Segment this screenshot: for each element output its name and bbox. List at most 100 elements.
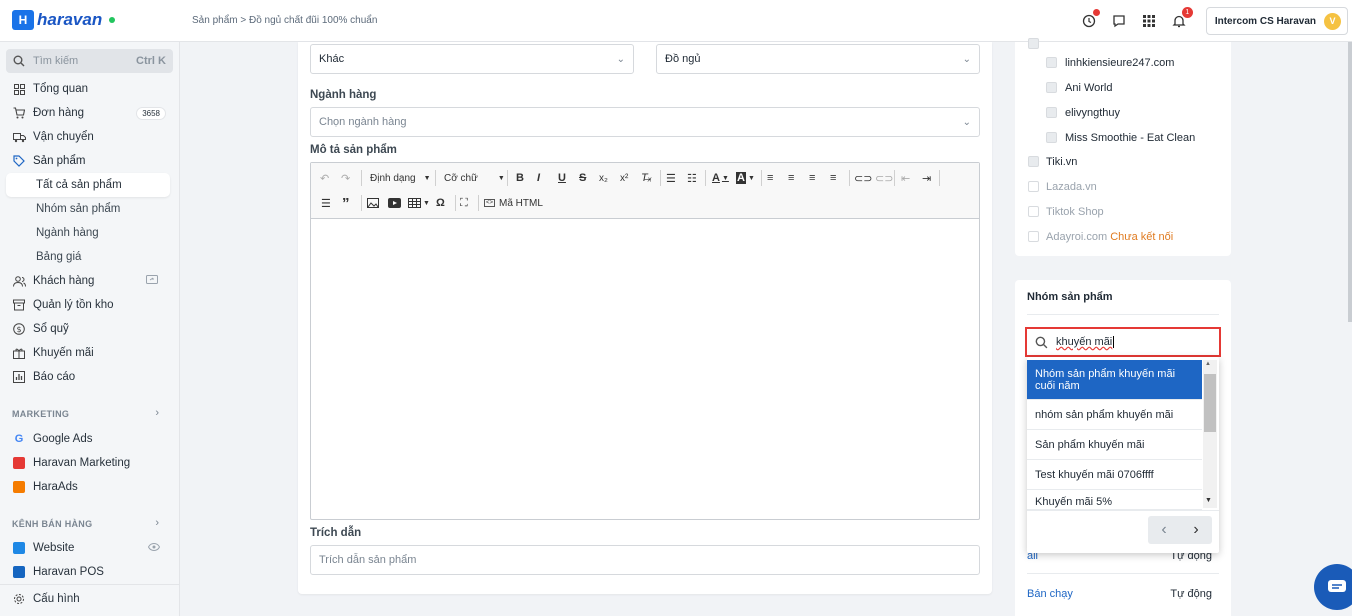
superscript-icon[interactable]: x² [620, 169, 628, 187]
italic-icon[interactable]: I [537, 169, 540, 187]
sidebar-item-inventory[interactable]: Quản lý tồn kho [0, 293, 180, 317]
sidebar-item-haraads[interactable]: HaraAds [0, 475, 180, 499]
sidebar-item-products[interactable]: Sản phẩm [0, 149, 180, 173]
image-icon[interactable] [367, 194, 379, 212]
blockquote-icon[interactable]: ” [342, 194, 350, 212]
horizontal-rule-icon[interactable]: ☰ [321, 194, 331, 212]
channel-checkbox[interactable] [1046, 107, 1057, 118]
scrollbar-thumb[interactable] [1204, 374, 1216, 432]
underline-icon[interactable]: U [558, 169, 566, 187]
sidebar-item-all-products[interactable]: Tất cả sản phẩm [6, 173, 170, 197]
open-external-icon[interactable] [146, 274, 158, 288]
industry-select[interactable]: Chọn ngành hàng ⌄ [310, 107, 980, 137]
account-menu[interactable]: Intercom CS Haravan V [1205, 7, 1348, 35]
sidebar-item-price-list[interactable]: Bảng giá [0, 245, 180, 269]
sidebar-item-haravan-marketing[interactable]: Haravan Marketing [0, 451, 180, 475]
group-search-input[interactable]: khuyến mãi [1025, 327, 1221, 357]
connect-status-link[interactable]: Chưa kết nối [1110, 231, 1173, 243]
group-option[interactable]: Nhóm sản phẩm khuyến mãi cuối năm [1027, 360, 1202, 400]
editor-content-area[interactable] [311, 219, 979, 519]
sidebar-item-cashbook[interactable]: $ Sổ quỹ [0, 317, 180, 341]
align-left-icon[interactable]: ≡ [767, 169, 773, 187]
chevron-right-icon[interactable]: › [155, 517, 159, 529]
subscript-icon[interactable]: x₂ [599, 169, 608, 187]
special-char-icon[interactable]: Ω [436, 194, 445, 212]
link-icon[interactable]: ⊂⊃ [854, 169, 872, 187]
strikethrough-icon[interactable]: S [579, 169, 586, 187]
group-option[interactable]: nhóm sản phẩm khuyến mãi [1027, 400, 1202, 430]
truck-icon [12, 130, 26, 144]
sidebar-item-reports[interactable]: Báo cáo [0, 365, 180, 389]
support-chat-button[interactable] [1314, 564, 1352, 610]
avatar: V [1324, 12, 1341, 30]
next-page-button[interactable]: › [1180, 516, 1212, 544]
sidebar-search[interactable]: Tìm kiếm Ctrl K [6, 49, 173, 73]
product-type-select[interactable]: Khác ⌄ [310, 44, 634, 74]
results-scrollbar[interactable]: ▲ ▼ [1203, 360, 1217, 508]
scroll-down-icon[interactable]: ▼ [1205, 497, 1212, 504]
whats-new-button[interactable] [1074, 6, 1104, 36]
unlink-icon[interactable]: ⊂⊃ [875, 169, 893, 187]
align-justify-icon[interactable]: ≡ [830, 169, 836, 187]
channel-checkbox[interactable] [1028, 206, 1039, 217]
font-size-dropdown[interactable]: Cỡ chữ ▼ [444, 169, 505, 187]
group-option[interactable]: Sản phẩm khuyến mãi [1027, 430, 1202, 460]
channel-checkbox[interactable] [1028, 156, 1039, 167]
group-search-value: khuyến mãi [1056, 336, 1113, 348]
text-color-icon[interactable]: A ▼ [712, 169, 729, 187]
video-icon[interactable] [388, 194, 401, 212]
sidebar-item-website[interactable]: Website [0, 536, 180, 560]
haravan-logo[interactable]: H haravan [12, 10, 116, 30]
channel-checkbox[interactable] [1046, 57, 1057, 68]
group-option[interactable]: Test khuyến mãi 0706ffff [1027, 460, 1202, 490]
sidebar-item-customers[interactable]: Khách hàng [0, 269, 180, 293]
align-center-icon[interactable]: ≡ [788, 169, 794, 187]
html-source-button[interactable]: <> Mã HTML [484, 194, 543, 212]
undo-icon[interactable]: ↶ [320, 169, 329, 187]
sidebar-item-promotions[interactable]: Khuyến mãi [0, 341, 180, 365]
background-color-icon[interactable]: A ▼ [736, 169, 755, 187]
page-scrollbar[interactable] [1348, 42, 1352, 322]
table-icon[interactable]: ▼ [408, 194, 430, 212]
chat-button[interactable] [1104, 6, 1134, 36]
notification-dot [1092, 9, 1100, 16]
channel-checkbox[interactable] [1028, 38, 1039, 49]
sidebar-item-categories[interactable]: Ngành hàng [0, 221, 180, 245]
prev-page-button[interactable]: ‹ [1148, 516, 1180, 544]
excerpt-input[interactable]: Trích dẫn sản phẩm [310, 545, 980, 575]
title-divider [1027, 314, 1219, 315]
editor-toolbar: ↶ ↷ Định dạng ▼ Cỡ chữ ▼ B I U S x₂ x² T̶ₓ… [311, 163, 979, 219]
sidebar-item-orders[interactable]: Đơn hàng 3658 [0, 101, 180, 125]
numbered-list-icon[interactable]: ☰ [666, 169, 676, 187]
sidebar-item-google-ads[interactable]: G Google Ads [0, 427, 180, 451]
clear-format-icon[interactable]: T̶ₓ [641, 169, 652, 187]
eye-icon[interactable] [147, 542, 161, 554]
apps-button[interactable] [1134, 6, 1164, 36]
channel-checkbox[interactable] [1028, 181, 1039, 192]
group-option[interactable]: Khuyến mãi 5% [1027, 490, 1202, 510]
row-divider [1027, 573, 1219, 574]
indent-icon[interactable]: ⇥ [922, 169, 931, 187]
bullet-list-icon[interactable]: ☷ [687, 169, 697, 187]
sidebar-item-haravan-pos[interactable]: Haravan POS [0, 560, 180, 584]
scroll-up-icon[interactable]: ▲ [1205, 361, 1211, 367]
channel-checkbox[interactable] [1046, 82, 1057, 93]
channel-checkbox[interactable] [1046, 132, 1057, 143]
sidebar-item-overview[interactable]: Tổng quan [0, 77, 180, 101]
notifications-button[interactable]: 1 [1164, 6, 1194, 36]
align-right-icon[interactable]: ≡ [809, 169, 815, 187]
vendor-select[interactable]: Đồ ngủ ⌄ [656, 44, 980, 74]
chevron-right-icon[interactable]: › [155, 407, 159, 419]
redo-icon[interactable]: ↷ [341, 169, 350, 187]
outdent-icon[interactable]: ⇤ [901, 169, 910, 187]
sidebar-item-shipping[interactable]: Vận chuyển [0, 125, 180, 149]
sidebar-item-product-groups[interactable]: Nhóm sản phẩm [0, 197, 180, 221]
breadcrumb-parent[interactable]: Sản phẩm [192, 15, 238, 26]
group-name-link[interactable]: Bán chạy [1027, 588, 1073, 600]
bold-icon[interactable]: B [516, 169, 524, 187]
fullscreen-icon[interactable]: ⛶ [460, 194, 468, 212]
font-size-label: Cỡ chữ [444, 172, 478, 184]
channel-checkbox[interactable] [1028, 231, 1039, 242]
format-dropdown[interactable]: Định dạng ▼ [370, 169, 431, 187]
sidebar-item-settings[interactable]: Cấu hình [0, 587, 180, 611]
